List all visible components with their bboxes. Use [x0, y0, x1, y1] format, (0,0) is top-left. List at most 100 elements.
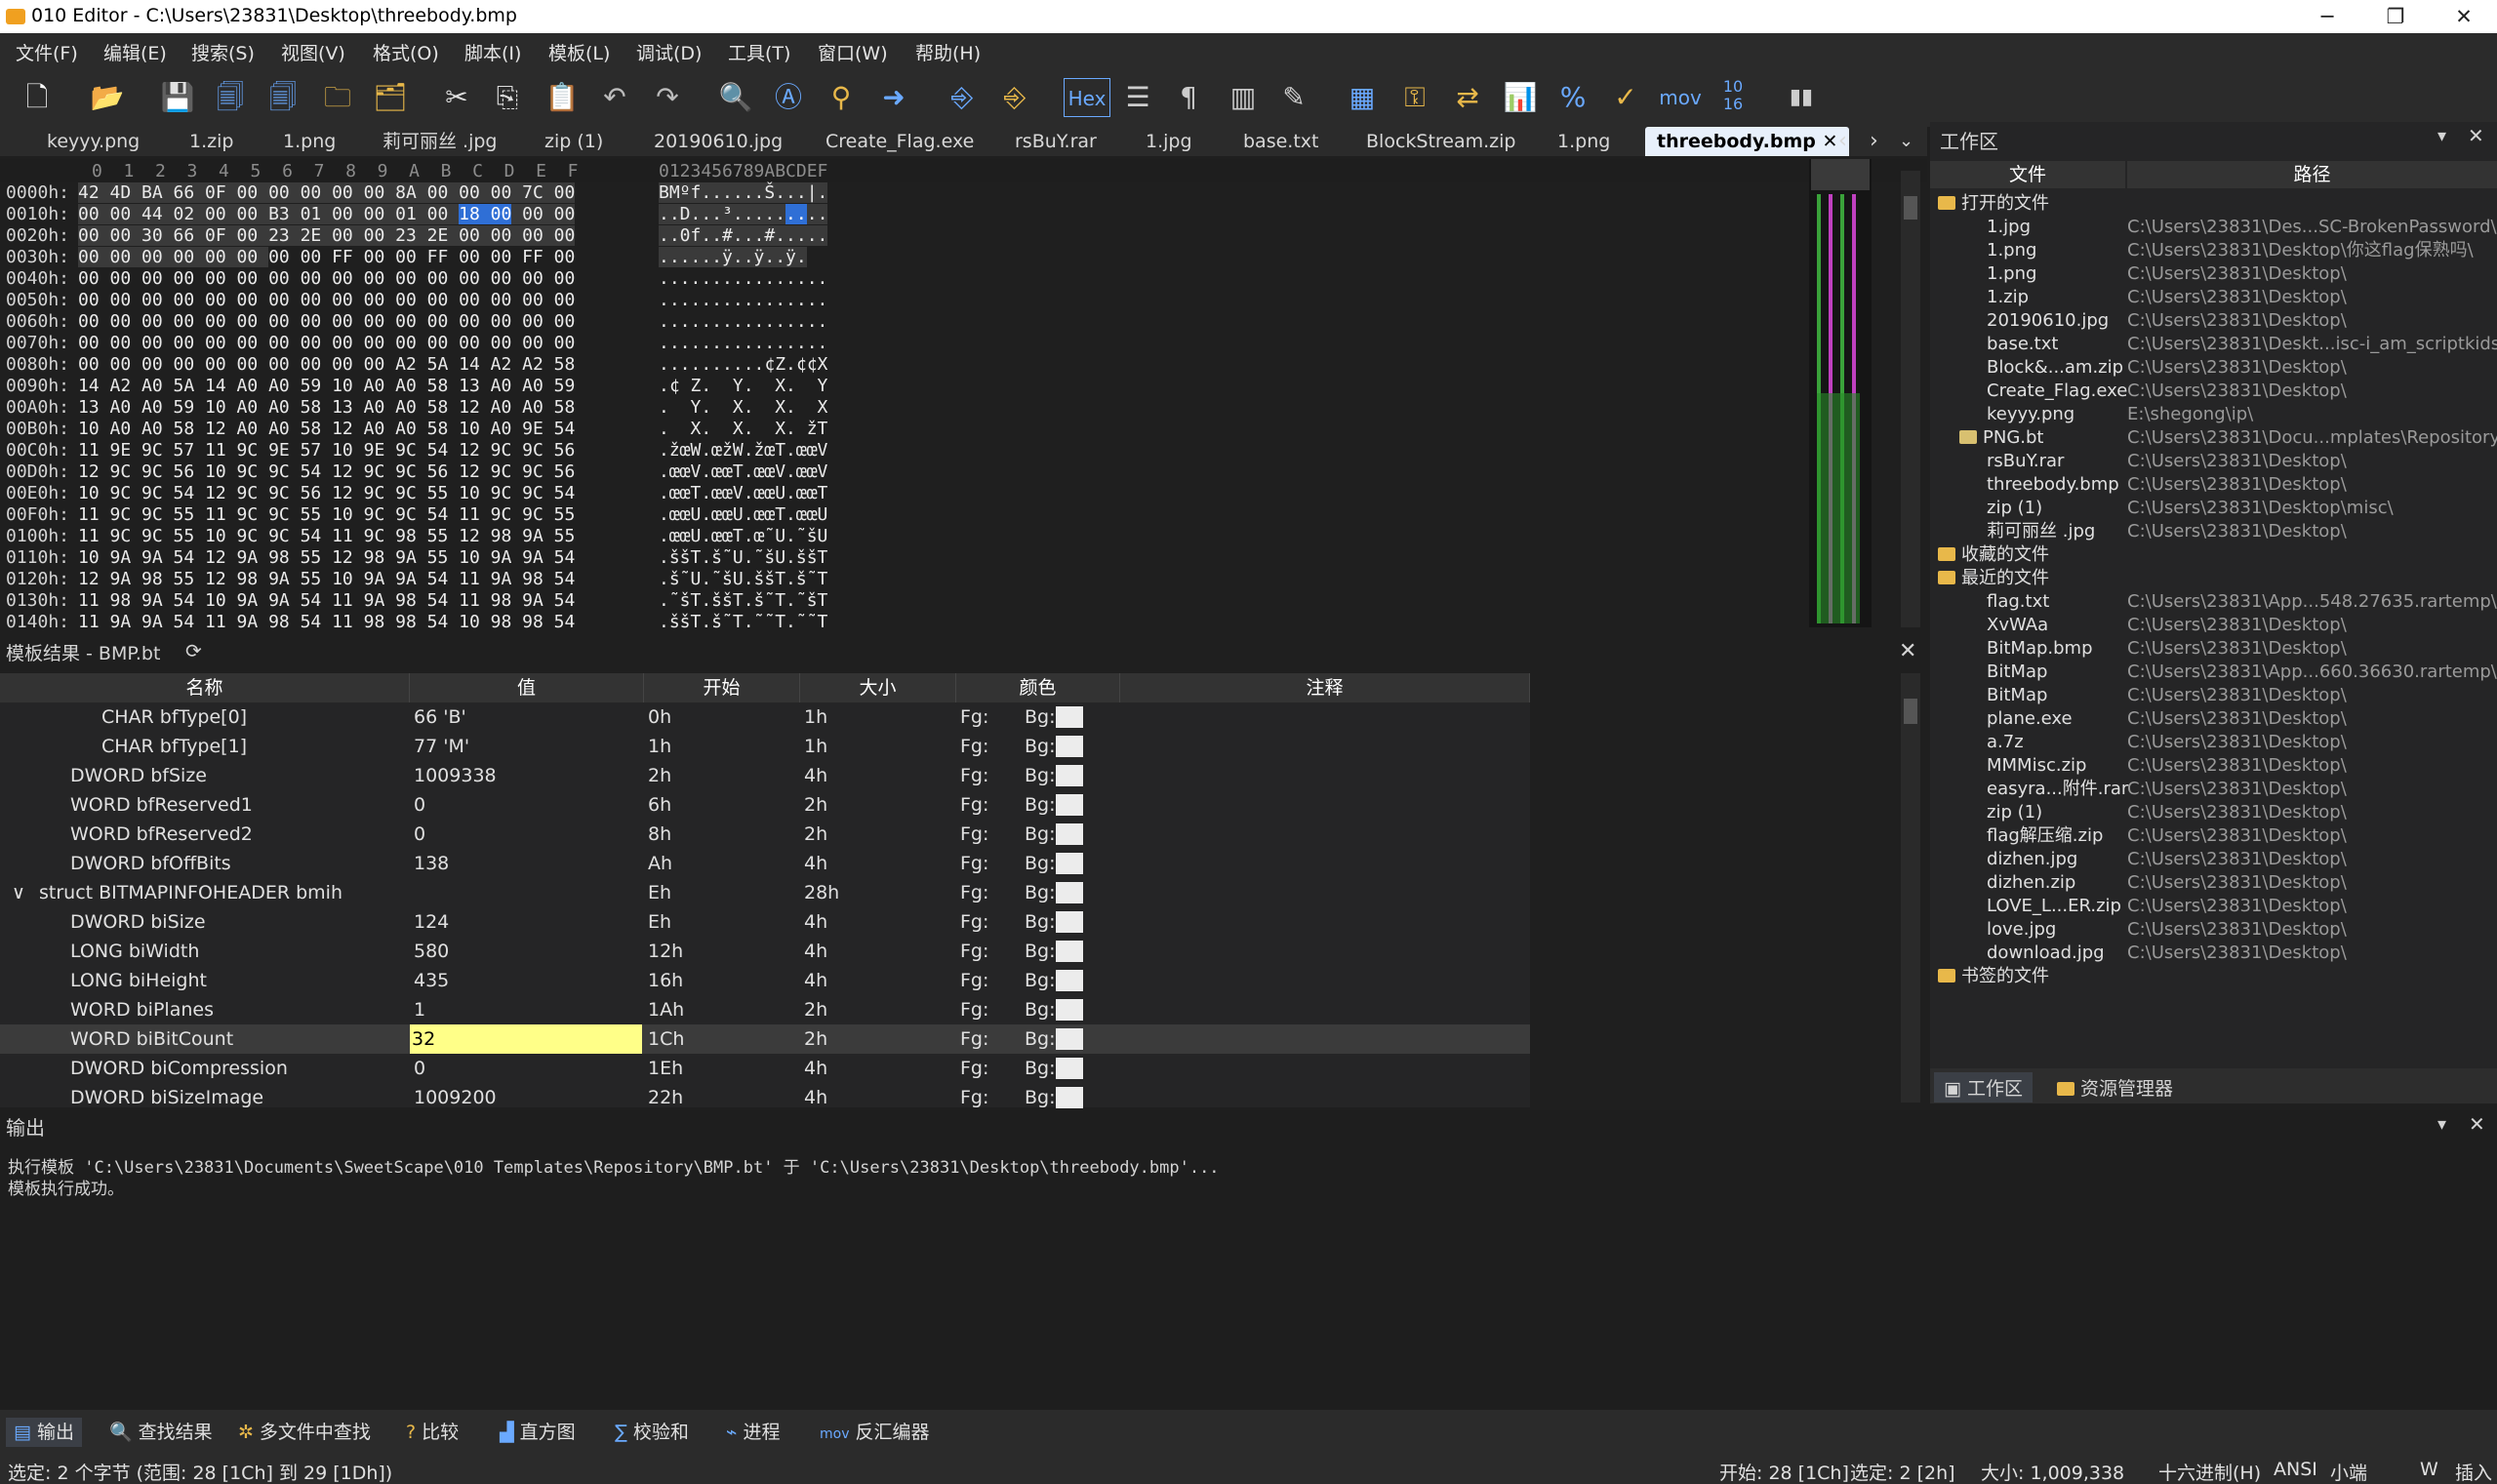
hex-mode-button[interactable]: Hex [1064, 78, 1110, 117]
btab-output[interactable]: ▤ 输出 [6, 1418, 82, 1447]
tab-lycoris-jpg[interactable]: 莉可丽丝 .jpg [383, 127, 497, 156]
ascii-text[interactable]: .¢ Z. Y. X. Y [659, 376, 827, 396]
run-script-icon[interactable]: ⎆ [943, 78, 982, 117]
fg-color-label[interactable]: Fg: [960, 702, 988, 732]
template-row[interactable]: DWORD bfSize 1009338 2h 4h Fg: Bg: [0, 761, 1530, 790]
workspace-file-row[interactable]: a.7z C:\Users\23831\Desktop\ [1930, 731, 2497, 754]
menu-format[interactable]: 格式(O) [373, 39, 439, 65]
hex-bytes[interactable]: 11 98 9A 54 10 9A 9A 54 11 9A 98 54 11 9… [78, 590, 575, 611]
tab-threebody-bmp[interactable]: threebody.bmp ✕ [1645, 127, 1850, 156]
hex-bytes-right[interactable]: 10 A0 A0 58 13 A0 A0 59 [332, 376, 575, 396]
hex-bytes-left[interactable]: 12 9C 9C 56 10 9C 9C 54 [78, 461, 332, 482]
template-row[interactable]: ∨ struct BITMAPINFOHEADER bmih Eh 28h Fg: Bg: [0, 878, 1530, 907]
hex-row[interactable]: 0120h: 12 9A 98 55 12 98 9A 55 10 9A 9A 5… [0, 569, 1927, 590]
hex-bytes-left[interactable]: 10 A0 A0 58 12 A0 A0 58 [78, 419, 332, 439]
hex-bytes-right[interactable]: 11 9A 98 54 11 98 9A 54 [332, 590, 575, 611]
hex-bytes-right[interactable]: 00 00 FF 00 00 FF 00 00 FF 00 [268, 247, 575, 267]
status-endian[interactable]: 小端 [2330, 1459, 2367, 1484]
hex-bytes-right[interactable]: 00 00 23 2E 00 00 00 00 [332, 225, 576, 246]
expander-icon[interactable]: ∨ [12, 878, 25, 907]
hex-row[interactable]: 00B0h: 10 A0 A0 58 12 A0 A0 58 12 A0 A0 5… [0, 419, 1927, 440]
hex-bytes[interactable]: 00 00 44 02 00 00 B3 01 00 00 01 00 18 0… [78, 204, 576, 224]
hex-bytes-right[interactable]: 00 00 A2 5A 14 A2 A2 58 [332, 354, 575, 375]
base-convert-button[interactable]: 10 16 [1713, 78, 1752, 117]
ascii-text[interactable]: .˜šT.ššT.š˜T.˜šT [659, 590, 827, 611]
hex-ascii[interactable]: .œœU.œœU.œœT.œœU [659, 504, 827, 525]
highlight-icon[interactable]: ✎ [1274, 78, 1313, 117]
ascii-text[interactable]: .œœU.œœT.œ˜U.˜šU [659, 526, 827, 546]
hex-bytes-left[interactable]: 00 00 00 00 00 00 [78, 247, 269, 267]
bg-color-label[interactable]: Bg: [1025, 702, 1056, 732]
bg-color-swatch[interactable] [1056, 1087, 1083, 1108]
replace-icon[interactable]: Ⓐ [769, 78, 808, 117]
hex-bytes[interactable]: 00 00 00 00 00 00 00 00 00 00 00 00 00 0… [78, 333, 575, 353]
tab-rsbuy-rar[interactable]: rsBuY.rar [1015, 127, 1097, 156]
ascii-text[interactable]: ................ [659, 268, 827, 289]
hex-row[interactable]: 00E0h: 10 9C 9C 54 12 9C 9C 56 12 9C 9C 5… [0, 483, 1927, 504]
workspace-file-row[interactable]: download.jpg C:\Users\23831\Desktop\ [1930, 942, 2497, 965]
bg-color-swatch[interactable] [1056, 823, 1083, 845]
hex-ascii[interactable]: ................ [659, 290, 827, 310]
bg-color-label[interactable]: Bg: [1025, 790, 1056, 820]
bg-color-label[interactable]: Bg: [1025, 1054, 1056, 1083]
bg-color-label[interactable]: Bg: [1025, 761, 1056, 790]
line-width-icon[interactable]: ☰ [1118, 78, 1157, 117]
bg-color-label[interactable]: Bg: [1025, 1083, 1056, 1112]
show-whitespace-icon[interactable]: ¶ [1169, 78, 1208, 117]
template-row[interactable]: LONG biHeight 435 16h 4h Fg: Bg: [0, 966, 1530, 995]
template-value[interactable]: 66 'B' [414, 702, 466, 732]
maximize-button[interactable]: ❐ [2361, 0, 2430, 33]
col-comment[interactable]: 注释 [1120, 673, 1530, 702]
template-value[interactable]: 1009338 [414, 761, 497, 790]
ws-col-file[interactable]: 文件 [1930, 161, 2125, 188]
workspace-file-row[interactable]: 莉可丽丝 .jpg C:\Users\23831\Desktop\ [1930, 520, 2497, 543]
workspace-file-row[interactable]: keyyy.png E:\shegong\ip\ [1930, 403, 2497, 426]
hex-row[interactable]: 0040h: 00 00 00 00 00 00 00 00 00 00 00 0… [0, 268, 1927, 290]
hex-bytes-right[interactable]: 10 9E 9C 54 12 9C 9C 56 [332, 440, 575, 461]
hex-ascii[interactable]: . Y. X. X. X [659, 397, 827, 418]
hex-bytes-left[interactable]: 42 4D BA 66 0F 00 00 00 [78, 182, 333, 203]
hex-bytes-right[interactable]: 00 00 00 00 00 00 00 00 [332, 311, 575, 332]
hex-bytes-right[interactable]: 12 98 9A 55 10 9A 9A 54 [332, 547, 575, 568]
hex-bytes-left[interactable]: 00 00 30 66 0F 00 23 2E [78, 225, 333, 246]
col-name[interactable]: 名称 [0, 673, 410, 702]
workspace-file-row[interactable]: dizhen.jpg C:\Users\23831\Desktop\ [1930, 848, 2497, 871]
hex-ascii[interactable]: .˜šT.ššT.š˜T.˜šT [659, 590, 827, 611]
ascii-text[interactable]: .œœT.œœV.œœU.œœT [659, 483, 827, 503]
save-as-icon[interactable]: 🗐 [211, 78, 250, 117]
hex-ascii[interactable]: .š˜U.˜šU.ššT.š˜T [659, 569, 827, 589]
tab-base-txt[interactable]: base.txt [1243, 127, 1318, 156]
hex-bytes-right[interactable]: 00 00 8A 00 00 00 7C 00 [332, 182, 576, 203]
template-value[interactable]: 1 [414, 995, 425, 1024]
close-tab-icon[interactable]: ✕ [1823, 131, 1838, 152]
hex-row[interactable]: 00D0h: 12 9C 9C 56 10 9C 9C 54 12 9C 9C 5… [0, 461, 1927, 483]
fg-color-label[interactable]: Fg: [960, 1054, 988, 1083]
tab-1-png[interactable]: 1.png [283, 127, 336, 156]
bg-color-label[interactable]: Bg: [1025, 1024, 1056, 1054]
tab-1-zip[interactable]: 1.zip [189, 127, 233, 156]
histogram-icon[interactable]: 📊 [1501, 78, 1540, 117]
template-row[interactable]: DWORD biSize 124 Eh 4h Fg: Bg: [0, 907, 1530, 937]
workspace-file-row[interactable]: easyra...附件.rar C:\Users\23831\Desktop\ [1930, 778, 2497, 801]
hex-ascii[interactable]: .œœV.œœT.œœV.œœV [659, 461, 827, 482]
save-all-icon[interactable]: 🗐 [263, 78, 302, 117]
hex-ascii[interactable]: ......ÿ..ÿ..ÿ. [659, 247, 807, 267]
open-file-icon[interactable]: 📂 [88, 78, 127, 117]
hex-row[interactable]: 0090h: 14 A2 A0 5A 14 A0 A0 59 10 A0 A0 5… [0, 376, 1927, 397]
hex-bytes-left[interactable]: 00 00 00 00 00 00 00 00 [78, 290, 332, 310]
ascii-text[interactable]: .. [806, 204, 828, 224]
bg-color-label[interactable]: Bg: [1025, 878, 1056, 907]
workspace-icon[interactable]: 🗂 [371, 78, 410, 117]
hex-ascii[interactable]: ................ [659, 268, 827, 289]
hex-ascii[interactable]: .¢ Z. Y. X. Y [659, 376, 827, 396]
hex-bytes[interactable]: 00 00 00 00 00 00 00 00 00 00 A2 5A 14 A… [78, 354, 575, 375]
percent-icon[interactable]: % [1553, 78, 1592, 117]
tab-prev-icon[interactable]: ‹ [1838, 127, 1847, 156]
tab-explorer[interactable]: 资源管理器 [2057, 1074, 2173, 1101]
ascii-text[interactable]: ................ [659, 311, 827, 332]
hex-bytes-left[interactable]: 00 00 00 00 00 00 00 00 [78, 311, 332, 332]
hex-bytes-left[interactable]: 11 98 9A 54 10 9A 9A 54 [78, 590, 332, 611]
hex-ascii[interactable]: ................ [659, 311, 827, 332]
hex-bytes-right[interactable]: 10 9A 9A 54 11 9A 98 54 [332, 569, 575, 589]
workspace-file-row[interactable]: BitMap C:\Users\23831\App...660.36630.rar… [1930, 661, 2497, 684]
